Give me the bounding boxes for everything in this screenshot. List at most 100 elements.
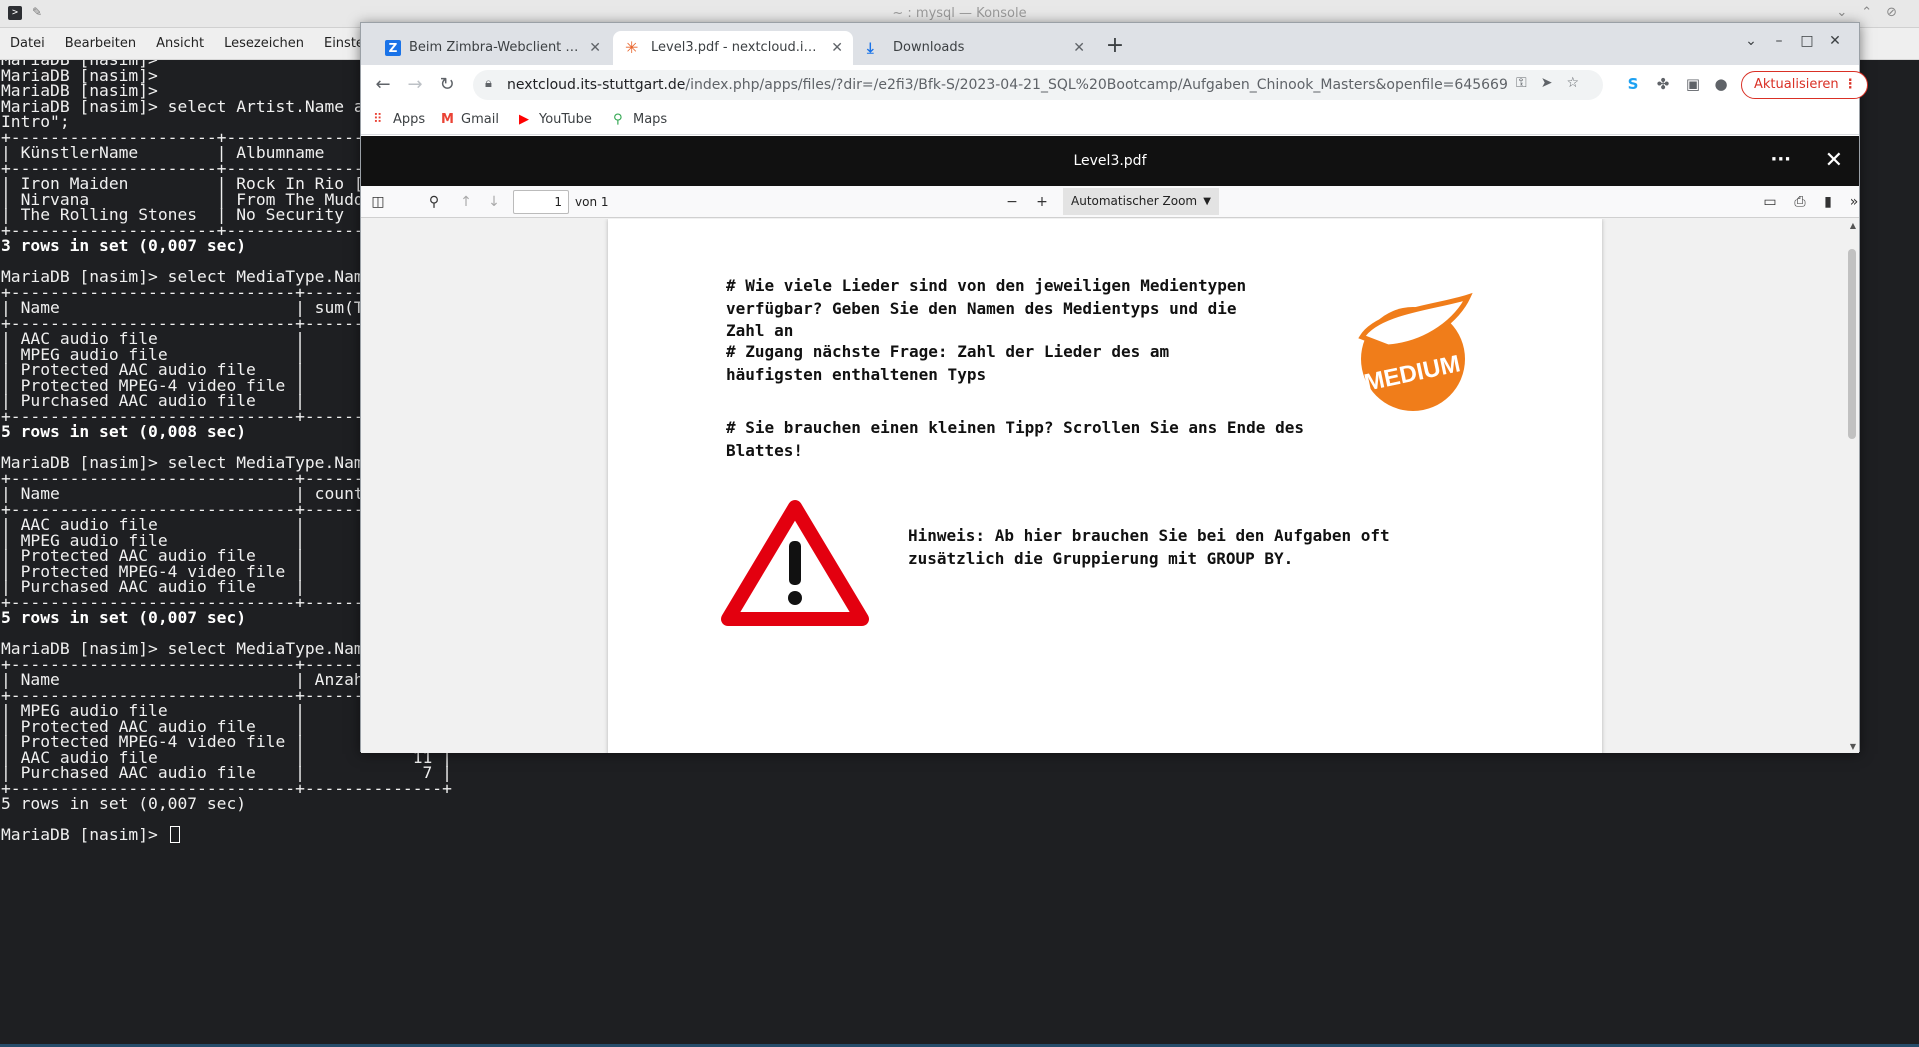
bookmark-youtube[interactable]: ▶ YouTube xyxy=(519,105,592,135)
pdf-tip-text: # Sie brauchen einen kleinen Tipp? Scrol… xyxy=(726,418,1304,460)
terminal-line: 5 rows in set (0,007 sec) xyxy=(1,794,247,813)
scroll-up-icon[interactable]: ▲ xyxy=(1850,221,1856,230)
key-icon[interactable]: ⚿ xyxy=(1516,75,1541,91)
terminal-cursor xyxy=(169,826,180,843)
konsole-window-controls[interactable]: ⌄⌃⊘ xyxy=(1836,5,1911,20)
scroll-down-icon[interactable]: ▼ xyxy=(1850,742,1856,751)
close-tab-icon[interactable]: ✕ xyxy=(589,31,601,65)
pdf-page: # Wie viele Lieder sind von den jeweilig… xyxy=(608,219,1602,753)
address-bar[interactable]: 🔒︎ nextcloud.its-stuttgart.de/index.php/… xyxy=(473,70,1603,100)
bookmark-apps[interactable]: ⠿ Apps xyxy=(373,105,425,135)
pdf-hint-text: Hinweis: Ab hier brauchen Sie bei den Au… xyxy=(908,526,1390,568)
tab-level3-pdf[interactable]: ✳ Level3.pdf - nextcloud.its-stuttgart.d… xyxy=(613,31,853,65)
konsole-window-title: ~ : mysql — Konsole xyxy=(892,6,1027,21)
update-label: Aktualisieren xyxy=(1754,77,1839,92)
zoom-in-icon[interactable]: + xyxy=(1031,191,1053,213)
tab-search-icon[interactable]: ⌄ xyxy=(1737,33,1765,49)
minimize-button[interactable]: – xyxy=(1765,33,1793,49)
url-text[interactable]: nextcloud.its-stuttgart.de/index.php/app… xyxy=(507,70,1507,100)
search-icon[interactable]: ⚲ xyxy=(423,191,445,213)
exclamation-dot xyxy=(788,591,802,605)
pdf-file-title: Level3.pdf xyxy=(1073,153,1147,169)
sidebar-toggle-icon[interactable]: ◫ xyxy=(367,191,389,213)
previous-page-icon[interactable]: ↑ xyxy=(455,191,477,213)
close-viewer-icon[interactable]: ✕ xyxy=(1825,136,1843,186)
menu-lesezeichen[interactable]: Lesezeichen xyxy=(214,28,314,59)
tools-chevron-icon[interactable]: » xyxy=(1843,191,1859,213)
youtube-icon: ▶ xyxy=(519,112,529,127)
pdf-access-text: # Zugang nächste Frage: Zahl der Lieder … xyxy=(726,342,1170,384)
terminal-line: MariaDB [nasim]> xyxy=(1,825,180,844)
bookmark-icon[interactable]: ▮ xyxy=(1817,191,1839,213)
send-icon[interactable]: ➤ xyxy=(1541,75,1567,91)
maximize-button[interactable]: □ xyxy=(1793,33,1821,49)
apps-grid-icon: ⠿ xyxy=(373,112,383,127)
profile-avatar-icon[interactable]: ● xyxy=(1711,75,1731,93)
pdf-scrollbar[interactable]: ▲ ▼ xyxy=(1845,219,1859,753)
more-options-icon[interactable]: ··· xyxy=(1770,136,1791,184)
menu-dots-icon: ⋮ xyxy=(1843,77,1857,92)
page-count-label: von 1 xyxy=(575,195,609,209)
extensions-icon[interactable]: ✤ xyxy=(1653,75,1673,93)
menu-bearbeiten[interactable]: Bearbeiten xyxy=(55,28,146,59)
chrome-window: Z Beim Zimbra-Webclient anmelden ✕ ✳ Lev… xyxy=(360,22,1868,753)
terminal-line: 5 rows in set (0,007 sec) xyxy=(1,608,247,627)
forward-button[interactable]: → xyxy=(401,71,429,99)
url-path: /index.php/apps/files/?dir=/e2fi3/Bfk-S/… xyxy=(685,77,1507,93)
browser-toolbar: ← → ↻ 🔒︎ nextcloud.its-stuttgart.de/inde… xyxy=(361,65,1868,105)
tab-label: Beim Zimbra-Webclient anmelden xyxy=(409,40,579,55)
star-icon[interactable]: ☆ xyxy=(1566,75,1593,91)
download-icon: ⤓ xyxy=(867,39,874,57)
maps-icon: ⚲ xyxy=(613,112,623,127)
zoom-value: Automatischer Zoom xyxy=(1071,194,1198,208)
terminal-line: 5 rows in set (0,008 sec) xyxy=(1,422,247,441)
bookmark-label: Gmail xyxy=(461,112,499,127)
warning-triangle-icon xyxy=(721,500,869,626)
zoom-select[interactable]: Automatischer Zoom ▼ xyxy=(1063,188,1219,215)
reload-button[interactable]: ↻ xyxy=(433,71,461,99)
exclamation-bar xyxy=(789,541,801,585)
print-icon[interactable]: ⎙ xyxy=(1789,191,1811,213)
pdf-question-text: # Wie viele Lieder sind von den jeweilig… xyxy=(726,276,1247,340)
sidepanel-icon[interactable]: ▣ xyxy=(1683,75,1703,93)
new-tab-button[interactable]: + xyxy=(1101,33,1129,61)
bookmark-label: YouTube xyxy=(539,112,592,127)
pdf-page-area[interactable]: # Wie viele Lieder sind von den jeweilig… xyxy=(361,219,1859,753)
viewer-header: Level3.pdf ··· ✕ xyxy=(361,136,1859,186)
close-tab-icon[interactable]: ✕ xyxy=(1073,31,1085,65)
bookmark-label: Maps xyxy=(633,112,668,127)
tab-label: Downloads xyxy=(893,40,965,55)
browser-window-controls: ⌄ – □ ✕ xyxy=(1737,33,1849,49)
tab-strip: Z Beim Zimbra-Webclient anmelden ✕ ✳ Lev… xyxy=(361,23,1859,65)
zimbra-icon: Z xyxy=(385,40,401,56)
nextcloud-icon: ✳ xyxy=(625,38,639,57)
pdf-toolbar: ◫ ⚲ ↑ ↓ 1 von 1 − + Automatischer Zoom ▼ … xyxy=(361,186,1859,218)
tab-zimbra[interactable]: Z Beim Zimbra-Webclient anmelden ✕ xyxy=(371,31,611,65)
tab-downloads[interactable]: ⤓ Downloads ✕ xyxy=(855,31,1095,65)
next-page-icon[interactable]: ↓ xyxy=(483,191,505,213)
zoom-out-icon[interactable]: − xyxy=(1001,191,1023,213)
lock-icon[interactable]: 🔒︎ xyxy=(485,76,492,91)
menu-ansicht[interactable]: Ansicht xyxy=(146,28,214,59)
omnibox-actions[interactable]: ⚿➤☆ xyxy=(1516,75,1593,91)
close-tab-icon[interactable]: ✕ xyxy=(831,31,843,65)
close-window-button[interactable]: ✕ xyxy=(1821,33,1849,49)
gmail-icon: M xyxy=(441,112,454,127)
url-host: nextcloud.its-stuttgart.de xyxy=(507,77,686,93)
menu-datei[interactable]: Datei xyxy=(0,28,55,59)
page-number-input[interactable]: 1 xyxy=(513,190,569,214)
tab-label: Level3.pdf - nextcloud.its-stuttgart.de xyxy=(651,40,821,55)
bookmark-gmail[interactable]: M Gmail xyxy=(441,105,499,135)
presentation-mode-icon[interactable]: ▭ xyxy=(1759,191,1781,213)
bookmark-maps[interactable]: ⚲ Maps xyxy=(613,105,667,135)
medium-chili-badge: MEDIUM xyxy=(1358,292,1473,411)
bookmark-label: Apps xyxy=(393,112,426,127)
chevron-down-icon: ▼ xyxy=(1203,196,1211,207)
update-button[interactable]: Aktualisieren ⋮ xyxy=(1741,71,1868,99)
pdf-scroll-thumb[interactable] xyxy=(1848,249,1856,439)
nextcloud-pdf-viewer: Level3.pdf ··· ✕ ◫ ⚲ ↑ ↓ 1 von 1 − + Aut… xyxy=(361,136,1859,753)
terminal-line: 3 rows in set (0,007 sec) xyxy=(1,236,247,255)
back-button[interactable]: ← xyxy=(369,71,397,99)
bookmarks-bar: ⠿ Apps M Gmail ▶ YouTube ⚲ Maps xyxy=(361,105,1859,135)
skype-extension-icon[interactable]: S xyxy=(1623,75,1643,93)
